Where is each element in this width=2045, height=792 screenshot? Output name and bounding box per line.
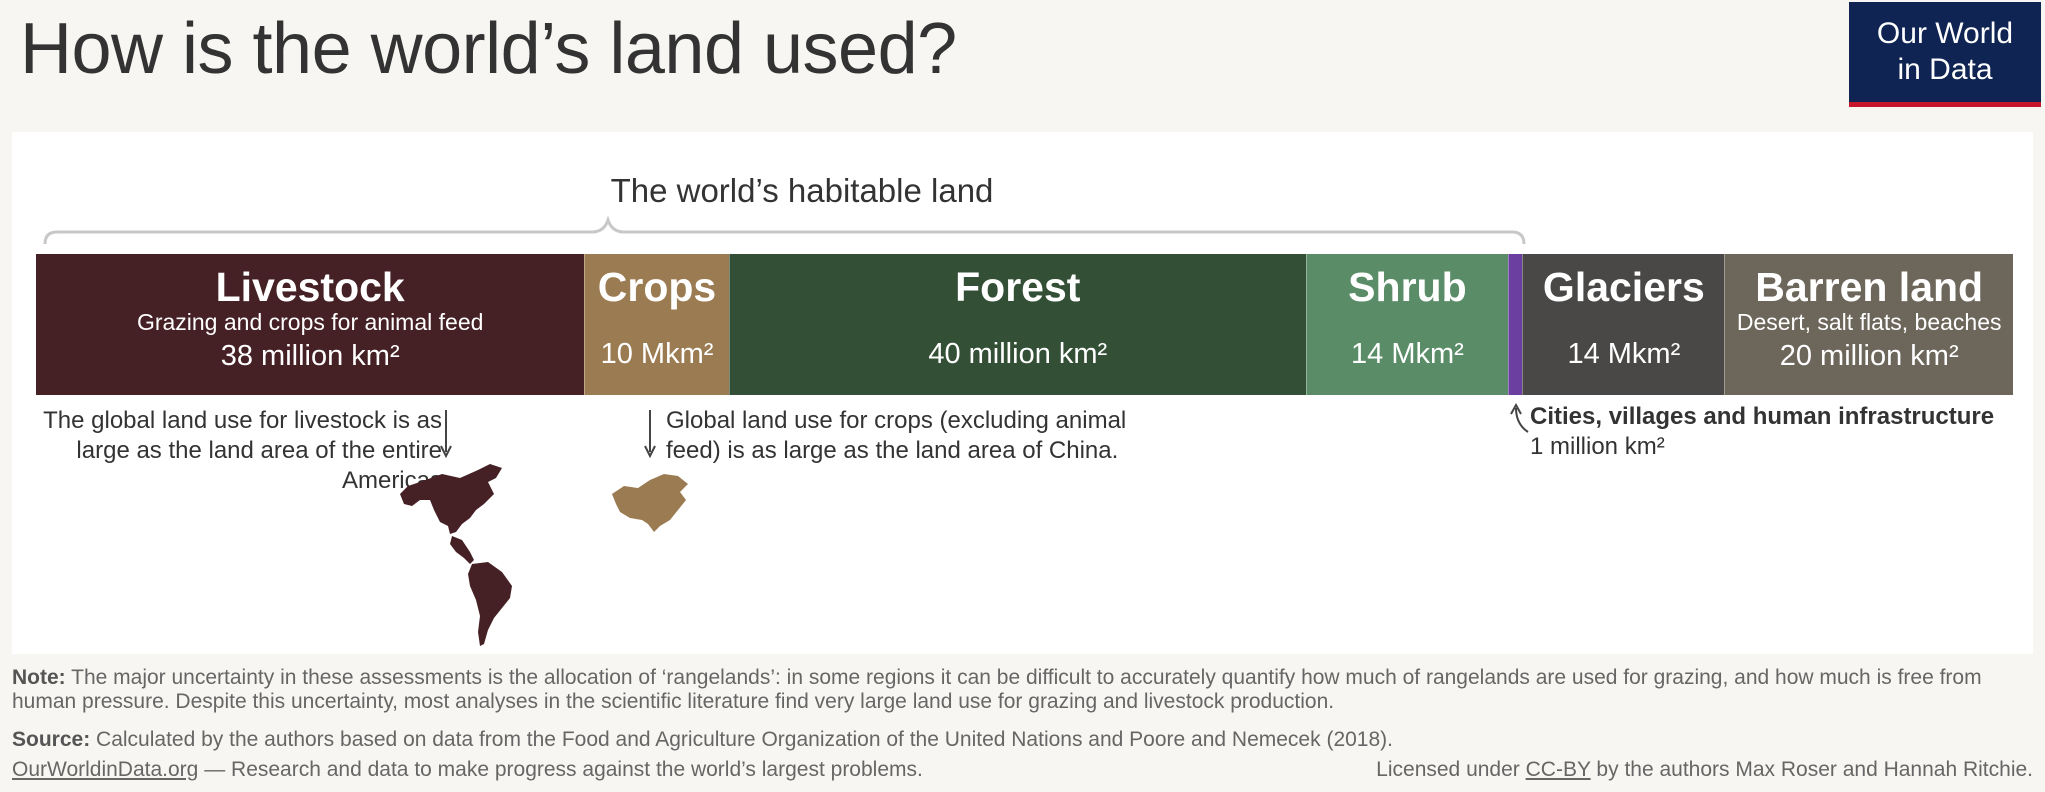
- footer-left: OurWorldinData.org — Research and data t…: [12, 758, 923, 782]
- bar-crops: Crops 10 Mkm²: [584, 254, 729, 395]
- cities-annotation: Cities, villages and human infrastructur…: [1530, 402, 2030, 462]
- bar-sublabel: Grazing and crops for animal feed: [136, 309, 484, 335]
- page-title: How is the world’s land used?: [20, 9, 957, 89]
- license-link[interactable]: CC-BY: [1526, 758, 1591, 781]
- bar-shrub: Shrub 14 Mkm²: [1305, 254, 1508, 395]
- footer-right: Licensed under CC-BY by the authors Max …: [1376, 758, 2033, 782]
- bar-label: Crops: [597, 264, 717, 310]
- bar-barren-land: Barren land Desert, salt flats, beaches 20…: [1724, 254, 2013, 395]
- crops-annotation: Global land use for crops (excluding ani…: [666, 407, 1127, 464]
- bar-sublabel: Desert, salt flats, beaches: [1736, 309, 2002, 335]
- site-link[interactable]: OurWorldinData.org: [12, 758, 198, 781]
- note-label: Note:: [12, 666, 66, 689]
- source-text: Calculated by the authors based on data …: [96, 728, 1393, 751]
- bar-forest: Forest 40 million km²: [728, 254, 1306, 395]
- bar-value: 40 million km²: [928, 338, 1108, 370]
- livestock-arrow: [440, 410, 452, 459]
- note: Note: The major uncertainty in these ass…: [12, 666, 2022, 714]
- habitable-label: The world’s habitable land: [610, 172, 994, 209]
- tagline: — Research and data to make progress aga…: [198, 758, 923, 781]
- bar-glaciers: Glaciers 14 Mkm²: [1522, 254, 1725, 395]
- source-label: Source:: [12, 728, 91, 751]
- bar-value: 14 Mkm²: [1351, 338, 1464, 370]
- logo-line-2: in Data: [1897, 53, 1993, 86]
- bar-label: Livestock: [215, 264, 405, 310]
- bar-livestock: Livestock Grazing and crops for animal fe…: [36, 254, 585, 395]
- logo-line-1: Our World: [1876, 17, 2014, 50]
- bar-value: 14 Mkm²: [1567, 338, 1681, 370]
- bar-value: 38 million km²: [220, 340, 400, 372]
- bar-label: Forest: [955, 264, 1081, 310]
- cities-title: Cities, villages and human infrastructur…: [1530, 403, 1995, 430]
- china-map: [612, 474, 688, 532]
- bar-cities-villages-and-human-infrastructure: [1507, 254, 1523, 395]
- owid-logo[interactable]: Our World in Data: [1849, 2, 2041, 107]
- bar-label: Glaciers: [1542, 264, 1705, 310]
- note-text: The major uncertainty in these assessmen…: [12, 666, 1982, 713]
- license-pre: Licensed under: [1376, 758, 1526, 781]
- bar-label: Barren land: [1755, 264, 1984, 310]
- license-post: by the authors Max Roser and Hannah Ritc…: [1590, 758, 2033, 781]
- chart-card: The world’s habitable land Livestock Graz…: [12, 132, 2033, 654]
- cities-value: 1 million km²: [1530, 433, 1665, 460]
- americas-map: [400, 464, 512, 646]
- source: Source: Calculated by the authors based …: [12, 728, 1393, 752]
- crops-arrow: [644, 410, 656, 459]
- bar-value: 20 million km²: [1779, 340, 1959, 372]
- livestock-annotation: The global land use for livestock is as …: [43, 407, 442, 494]
- bar-label: Shrub: [1348, 264, 1467, 310]
- bar-value: 10 Mkm²: [600, 338, 714, 370]
